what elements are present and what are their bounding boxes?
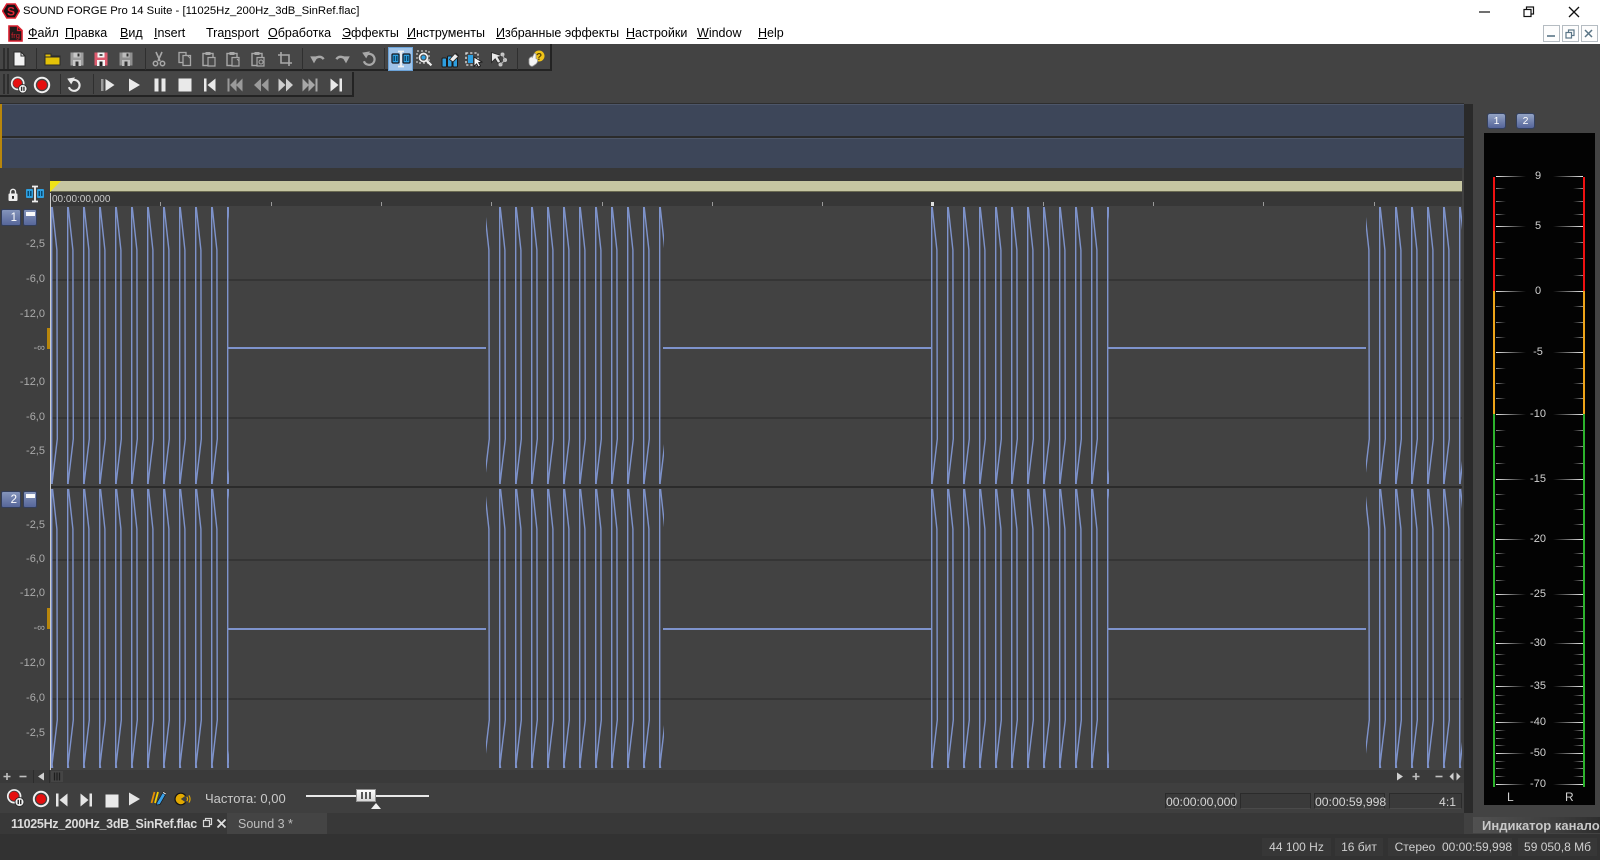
svg-text:S: S (7, 5, 15, 19)
svg-text:frg: frg (11, 31, 20, 40)
